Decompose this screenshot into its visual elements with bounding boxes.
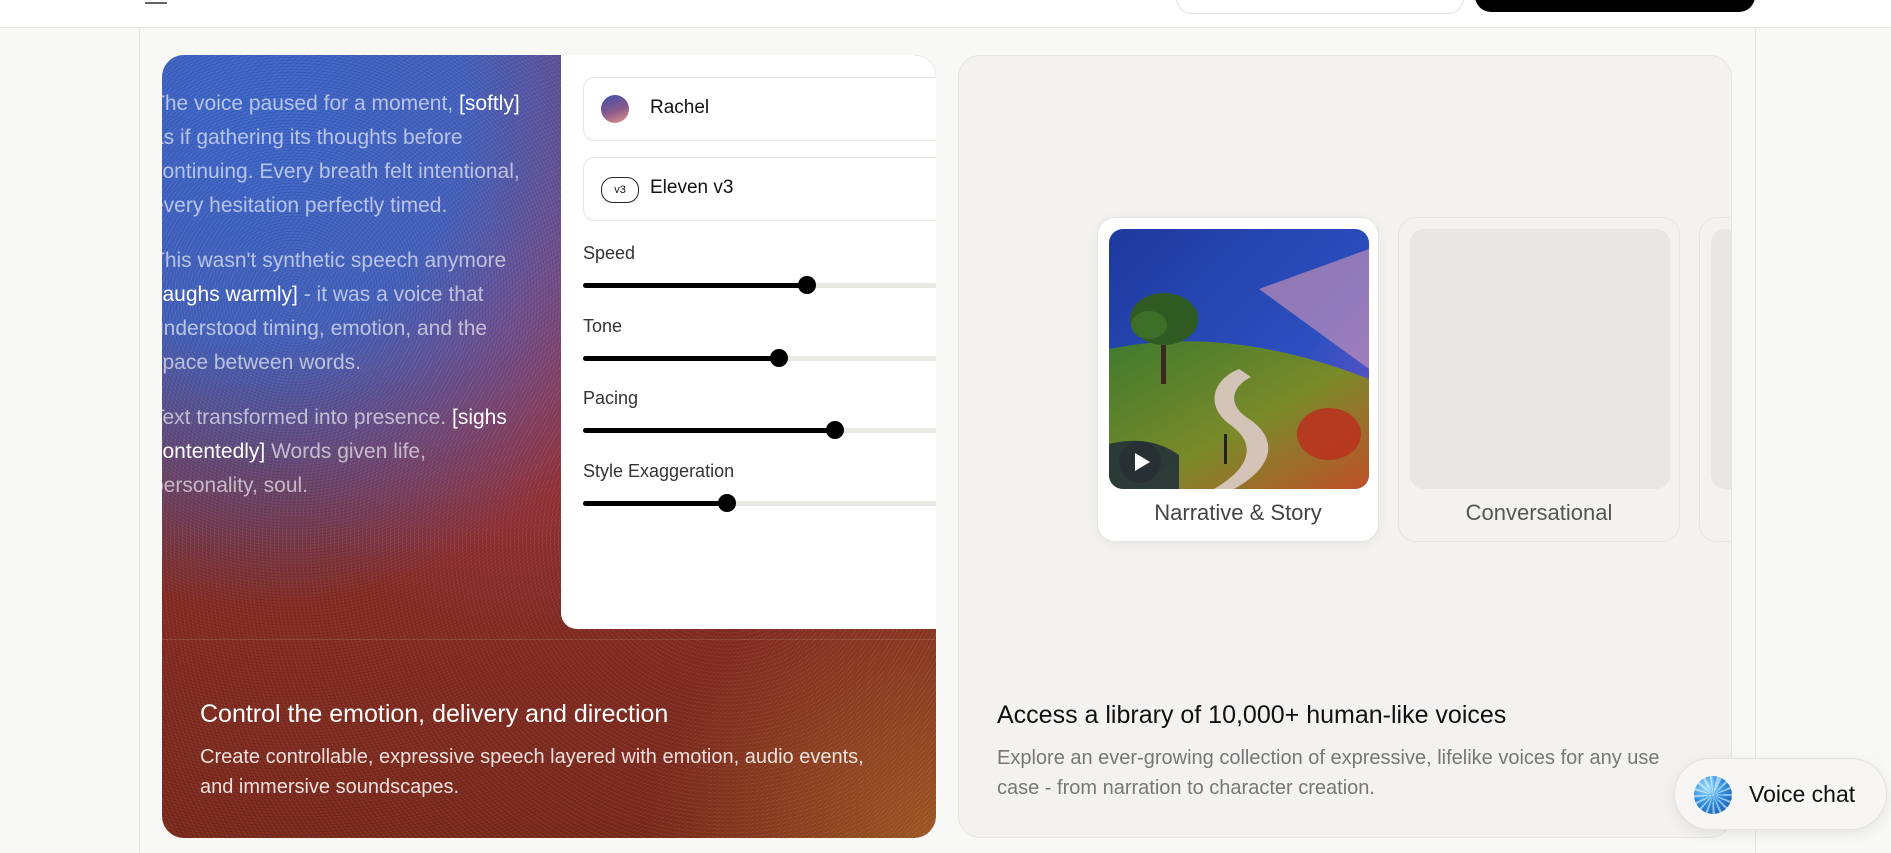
model-name: Eleven v3	[650, 177, 734, 198]
tile-label: Conversational	[1465, 500, 1613, 525]
speed-slider[interactable]	[583, 276, 936, 294]
voice-chat-label: Voice chat	[1749, 781, 1856, 807]
style-exaggeration-slider-thumb[interactable]	[718, 494, 736, 512]
tone-slider-fill	[583, 356, 779, 361]
nav-outline-button[interactable]	[1176, 0, 1464, 14]
tone-label: Tone	[583, 316, 623, 336]
card-divider	[162, 639, 936, 640]
tile-label: Narrative & Story	[1154, 500, 1322, 525]
pacing-slider-thumb[interactable]	[826, 421, 844, 439]
story-text: every hesitation perfectly timed.	[162, 194, 448, 217]
story-text: This wasn't synthetic speech anymore	[162, 249, 507, 272]
emotion-feature-description: Create controllable, expressive speech l…	[200, 746, 864, 798]
library-feature-description: Explore an ever-growing collection of ex…	[997, 747, 1660, 799]
voice-library-card: Narrative & Story Conversational Access …	[958, 55, 1732, 838]
narrative-thumbnail-image	[1109, 229, 1369, 489]
voice-name: Rachel	[650, 97, 710, 118]
story-text: continuing. Every breath felt intentiona…	[162, 160, 520, 183]
voice-avatar	[601, 95, 629, 123]
story-text: Text transformed into presence.	[162, 406, 452, 429]
page-guide-line	[139, 27, 140, 853]
story-text: - it was a voice that	[297, 283, 484, 306]
voice-orb-icon	[1694, 776, 1732, 814]
audio-tag: contentedly]	[162, 440, 266, 463]
voice-chat-button[interactable]: Voice chat	[1674, 758, 1887, 830]
voice-settings-panel: Rachel v3 Eleven v3 Speed Tone Pacing St…	[561, 55, 936, 629]
style-exaggeration-slider-fill	[583, 501, 727, 506]
voice-category-tile-next[interactable]	[1699, 217, 1731, 542]
voice-category-tile-conversational[interactable]: Conversational	[1398, 217, 1680, 542]
model-selector[interactable]: v3 Eleven v3	[583, 157, 936, 221]
conversational-thumbnail-placeholder	[1410, 229, 1670, 489]
speed-label: Speed	[583, 243, 636, 263]
page-guide-line	[1755, 27, 1756, 853]
model-version-badge: v3	[601, 177, 639, 203]
story-text: The voice paused for a moment,	[162, 92, 459, 115]
speed-slider-thumb[interactable]	[798, 276, 816, 294]
nav-primary-button[interactable]	[1475, 0, 1755, 12]
story-text: personality, soul.	[162, 474, 309, 497]
play-icon[interactable]	[1119, 441, 1161, 483]
voice-selector[interactable]: Rachel	[583, 77, 936, 141]
audio-tag: [sighs	[451, 406, 507, 429]
top-nav-bar	[0, 0, 1891, 28]
audio-tag: [softly]	[459, 92, 520, 115]
story-text: space between words.	[162, 351, 361, 374]
story-text: as if gathering its thoughts before	[162, 126, 463, 149]
style-exaggeration-slider[interactable]	[583, 494, 936, 512]
next-thumbnail-placeholder	[1711, 229, 1731, 489]
emotion-feature-card: The voice paused for a moment, [softly] a…	[162, 55, 936, 838]
pacing-slider-fill	[583, 428, 835, 433]
library-feature-title: Access a library of 10,000+ human-like v…	[997, 701, 1507, 729]
emotion-feature-title: Control the emotion, delivery and direct…	[200, 700, 669, 728]
story-text: Words given life,	[265, 440, 426, 463]
voice-category-tile-narrative[interactable]: Narrative & Story	[1097, 217, 1379, 542]
tone-slider-thumb[interactable]	[770, 349, 788, 367]
menu-icon[interactable]	[145, 0, 167, 4]
pacing-label: Pacing	[583, 388, 639, 408]
style-exaggeration-label: Style Exaggeration	[583, 461, 735, 481]
audio-tag: [laughs warmly]	[162, 283, 298, 306]
story-text: understood timing, emotion, and the	[162, 317, 488, 340]
tone-slider[interactable]	[583, 349, 936, 367]
pacing-slider[interactable]	[583, 421, 936, 439]
speed-slider-fill	[583, 283, 807, 288]
